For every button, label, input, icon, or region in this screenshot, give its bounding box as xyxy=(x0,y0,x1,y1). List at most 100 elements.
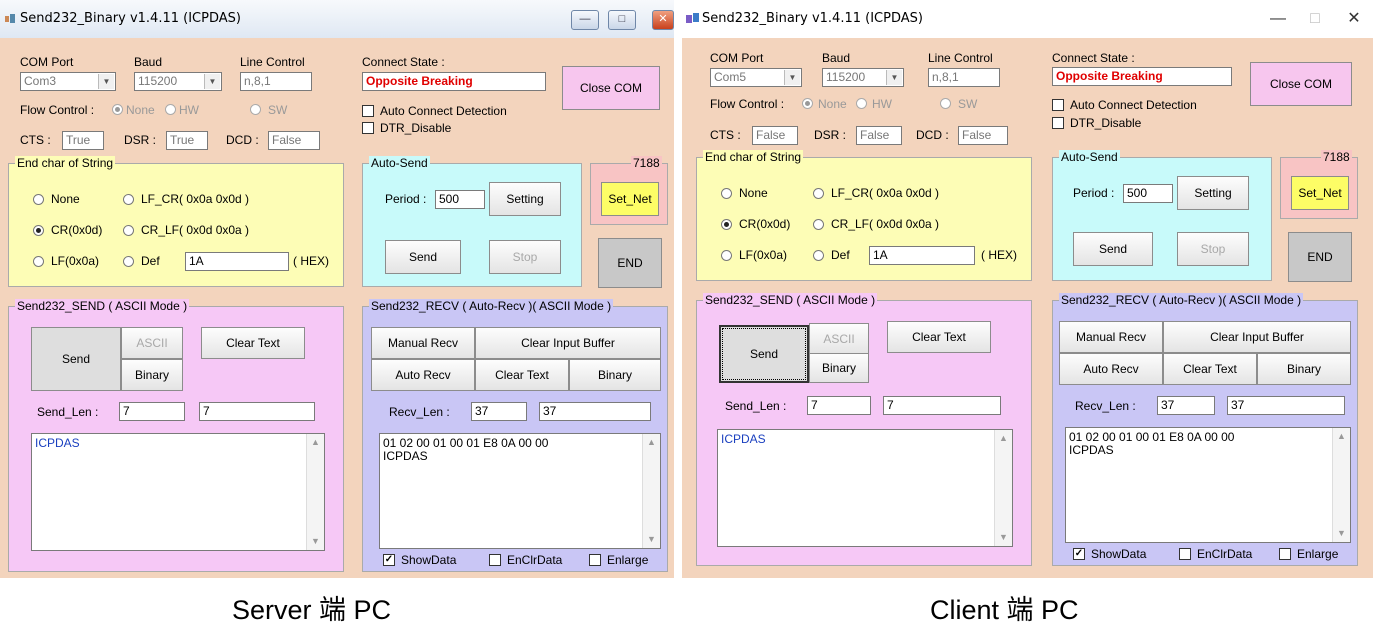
send-len-label: Send_Len : xyxy=(725,399,787,413)
end-button[interactable]: END xyxy=(598,238,662,288)
com-port-select[interactable]: Com5 ▼ xyxy=(710,68,802,87)
end-none-radio[interactable] xyxy=(33,194,44,205)
client-window: Send232_Binary v1.4.11 (ICPDAS) — □ ✕ CO… xyxy=(682,0,1373,578)
connect-state-label: Connect State : xyxy=(1052,51,1135,65)
auto-connect-checkbox[interactable] xyxy=(1052,99,1064,111)
baud-select[interactable]: 115200 ▼ xyxy=(134,72,222,91)
baud-select[interactable]: 115200 ▼ xyxy=(822,68,904,87)
app-icon xyxy=(4,13,16,25)
period-input[interactable]: 500 xyxy=(1123,184,1173,203)
send-len-input[interactable]: 7 xyxy=(807,396,871,415)
setting-button[interactable]: Setting xyxy=(489,182,561,216)
auto-send-button[interactable]: Send xyxy=(385,240,461,274)
com-port-label: COM Port xyxy=(710,51,764,65)
end-cr-radio[interactable] xyxy=(721,219,732,230)
enclr-data-checkbox[interactable] xyxy=(489,554,501,566)
end-none-radio[interactable] xyxy=(721,188,732,199)
auto-connect-label: Auto Connect Detection xyxy=(1070,98,1197,112)
end-char-legend: End char of String xyxy=(703,150,804,164)
def-hex-input[interactable]: 1A xyxy=(185,252,289,271)
scrollbar[interactable]: ▲ ▼ xyxy=(642,434,660,548)
recv-len-input[interactable]: 37 xyxy=(1157,396,1215,415)
minimize-button[interactable]: — xyxy=(571,10,599,30)
set-net-button[interactable]: Set_Net xyxy=(601,182,659,216)
clear-input-buffer-button[interactable]: Clear Input Buffer xyxy=(475,327,661,359)
clear-text-button[interactable]: Clear Text xyxy=(887,321,991,353)
send-button[interactable]: Send xyxy=(31,327,121,391)
auto-connect-checkbox[interactable] xyxy=(362,105,374,117)
send-len-input[interactable]: 7 xyxy=(119,402,185,421)
send-textarea[interactable]: ICPDAS ▲ ▼ xyxy=(717,429,1013,547)
dcd-field: False xyxy=(268,131,320,150)
ascii-button[interactable]: ASCII xyxy=(121,327,183,359)
recv-clear-text-button[interactable]: Clear Text xyxy=(1163,353,1257,385)
flow-sw-radio[interactable] xyxy=(250,104,261,115)
chevron-down-icon: ▼ xyxy=(204,74,220,89)
end-crlf-radio[interactable] xyxy=(813,219,824,230)
line-control-field[interactable]: n,8,1 xyxy=(928,68,1000,87)
auto-recv-button[interactable]: Auto Recv xyxy=(371,359,475,391)
enlarge-checkbox[interactable] xyxy=(1279,548,1291,560)
minimize-button[interactable]: — xyxy=(1260,8,1296,30)
end-cr-radio[interactable] xyxy=(33,225,44,236)
maximize-button[interactable]: □ xyxy=(608,10,636,30)
show-data-checkbox[interactable]: ✓ xyxy=(1073,548,1085,560)
def-hex-input[interactable]: 1A xyxy=(869,246,975,265)
binary-button[interactable]: Binary xyxy=(809,353,869,383)
end-def-radio[interactable] xyxy=(123,256,134,267)
period-input[interactable]: 500 xyxy=(435,190,485,209)
scrollbar[interactable]: ▲ ▼ xyxy=(306,434,324,550)
end-lfcr-radio[interactable] xyxy=(123,194,134,205)
send-button[interactable]: Send xyxy=(719,325,809,383)
enlarge-checkbox[interactable] xyxy=(589,554,601,566)
close-button[interactable]: ✕ xyxy=(652,10,674,30)
enclr-data-checkbox[interactable] xyxy=(1179,548,1191,560)
flow-sw-radio[interactable] xyxy=(940,98,951,109)
manual-recv-button[interactable]: Manual Recv xyxy=(1059,321,1163,353)
recv-binary-button[interactable]: Binary xyxy=(1257,353,1351,385)
set-net-button[interactable]: Set_Net xyxy=(1291,176,1349,210)
manual-recv-button[interactable]: Manual Recv xyxy=(371,327,475,359)
flow-hw-radio[interactable] xyxy=(856,98,867,109)
line-control-field[interactable]: n,8,1 xyxy=(240,72,312,91)
flow-none-radio[interactable] xyxy=(802,98,813,109)
dtr-disable-checkbox[interactable] xyxy=(362,122,374,134)
stop-button[interactable]: Stop xyxy=(1177,232,1249,266)
scrollbar[interactable]: ▲ ▼ xyxy=(994,430,1012,546)
end-lf-radio[interactable] xyxy=(33,256,44,267)
flow-hw-radio[interactable] xyxy=(165,104,176,115)
stop-button[interactable]: Stop xyxy=(489,240,561,274)
close-com-button[interactable]: Close COM xyxy=(562,66,660,110)
recv-textarea[interactable]: 01 02 00 01 00 01 E8 0A 00 00 ICPDAS ▲ ▼ xyxy=(379,433,661,549)
clear-text-button[interactable]: Clear Text xyxy=(201,327,305,359)
recv-textarea[interactable]: 01 02 00 01 00 01 E8 0A 00 00 ICPDAS ▲ ▼ xyxy=(1065,427,1351,543)
window-title: Send232_Binary v1.4.11 (ICPDAS) xyxy=(702,11,923,26)
end-button[interactable]: END xyxy=(1288,232,1352,282)
binary-button[interactable]: Binary xyxy=(121,359,183,391)
auto-recv-button[interactable]: Auto Recv xyxy=(1059,353,1163,385)
recv-binary-button[interactable]: Binary xyxy=(569,359,661,391)
ascii-button[interactable]: ASCII xyxy=(809,323,869,355)
dsr-label: DSR : xyxy=(814,128,847,142)
end-crlf-radio[interactable] xyxy=(123,225,134,236)
end-lf-radio[interactable] xyxy=(721,250,732,261)
show-data-checkbox[interactable]: ✓ xyxy=(383,554,395,566)
dtr-disable-checkbox[interactable] xyxy=(1052,117,1064,129)
setting-button[interactable]: Setting xyxy=(1177,176,1249,210)
end-crlf-label: CR_LF( 0x0d 0x0a ) xyxy=(141,223,250,237)
com-port-select[interactable]: Com3 ▼ xyxy=(20,72,116,91)
end-def-radio[interactable] xyxy=(813,250,824,261)
flow-none-radio[interactable] xyxy=(112,104,123,115)
clear-input-buffer-button[interactable]: Clear Input Buffer xyxy=(1163,321,1351,353)
scrollbar[interactable]: ▲ ▼ xyxy=(1332,428,1350,542)
end-lfcr-radio[interactable] xyxy=(813,188,824,199)
title-bar: Send232_Binary v1.4.11 (ICPDAS) — □ ✕ xyxy=(682,0,1373,38)
recv-clear-text-button[interactable]: Clear Text xyxy=(475,359,569,391)
close-button[interactable]: ✕ xyxy=(1336,8,1372,30)
close-com-button[interactable]: Close COM xyxy=(1250,62,1352,106)
recv-len-input[interactable]: 37 xyxy=(471,402,527,421)
auto-send-button[interactable]: Send xyxy=(1073,232,1153,266)
maximize-button[interactable]: □ xyxy=(1297,8,1333,30)
send-textarea[interactable]: ICPDAS ▲ ▼ xyxy=(31,433,325,551)
recv-legend: Send232_RECV ( Auto-Recv )( ASCII Mode ) xyxy=(1059,293,1304,307)
